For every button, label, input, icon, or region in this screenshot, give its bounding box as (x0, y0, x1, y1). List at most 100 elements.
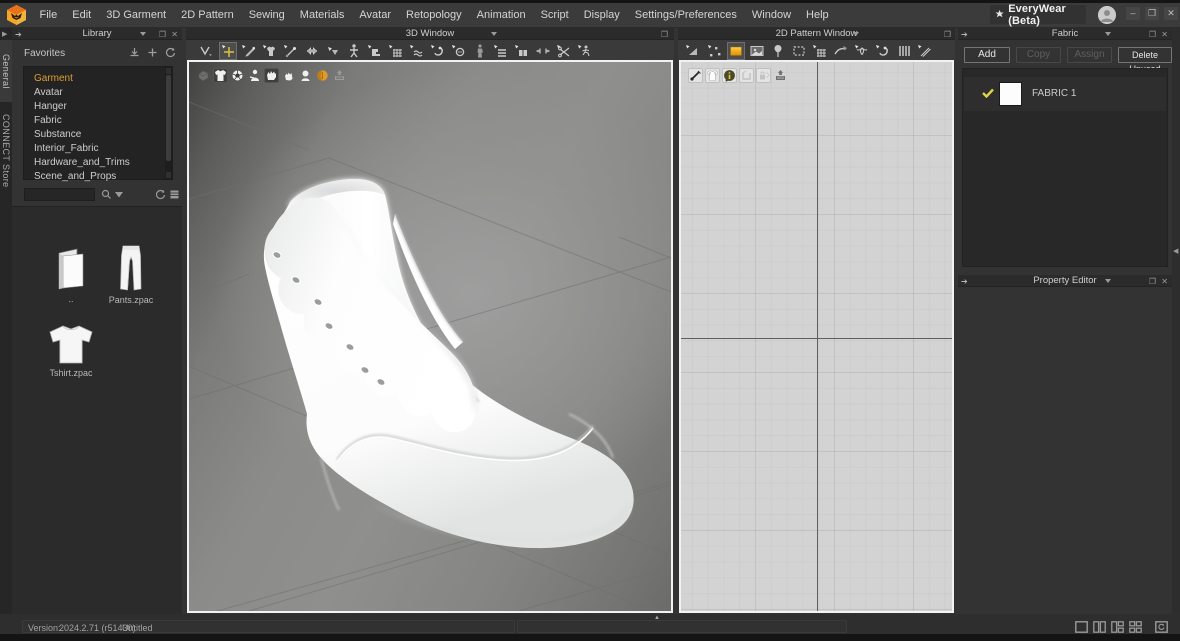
close-button[interactable]: ✕ (1164, 7, 1178, 20)
tool-pen-3d[interactable] (241, 43, 257, 59)
toggle-show-garment-icon[interactable] (196, 68, 211, 83)
viewport-3d[interactable] (187, 60, 673, 613)
library-dropdown-icon[interactable] (140, 32, 146, 36)
view-mode-icon[interactable] (169, 189, 180, 200)
fabric-float-icon[interactable]: ❐ (1149, 30, 1156, 39)
tool-transform-pattern[interactable] (685, 43, 701, 59)
tool-trace[interactable] (833, 43, 849, 59)
toggle-show-sphere-icon[interactable] (315, 68, 330, 83)
menu-help[interactable]: Help (799, 3, 837, 27)
window3d-float-icon[interactable]: ❐ (661, 30, 668, 39)
tool-select-move-3d[interactable] (219, 42, 237, 60)
library-close-icon[interactable]: ✕ (171, 30, 178, 39)
restore-button[interactable]: ❐ (1145, 7, 1159, 20)
tool-pleats[interactable] (896, 43, 912, 59)
favorites-scrollbar[interactable] (165, 67, 172, 179)
file-item-pants[interactable]: Pants.zpac (102, 245, 160, 305)
download-icon[interactable] (129, 47, 140, 58)
property-editor-close-icon[interactable]: ✕ (1161, 277, 1168, 286)
toggle-show-avatar-icon[interactable] (247, 68, 262, 83)
toggle-show-tshirt-icon[interactable] (213, 68, 228, 83)
tool-fold-arrangement[interactable] (493, 43, 509, 59)
tool-button[interactable] (451, 43, 467, 59)
tool-mannequin[interactable] (472, 43, 488, 59)
search-input[interactable] (24, 188, 95, 201)
dock-expand-icon[interactable]: ▶ (2, 31, 10, 39)
tool-cursor-dart[interactable] (854, 43, 870, 59)
library-item-interior-fabric[interactable]: Interior_Fabric (34, 142, 98, 156)
fabric-delete-unused-button[interactable]: Delete Unused (1118, 47, 1172, 74)
library-item-garment[interactable]: Garment (34, 72, 73, 86)
tool-pattern-rect[interactable] (727, 42, 745, 60)
tool-seam-line[interactable] (917, 43, 933, 59)
menu-display[interactable]: Display (576, 3, 627, 27)
tool-sewing-machine[interactable] (367, 43, 383, 59)
tool-edit-garment[interactable] (262, 43, 278, 59)
toggle-needle-icon[interactable] (688, 68, 703, 83)
toggle-show-glove-icon[interactable] (264, 68, 279, 83)
library-item-scene-and-props[interactable]: Scene_and_Props (34, 170, 116, 184)
tool-zipper-2d[interactable] (875, 43, 891, 59)
file-item-parent[interactable]: .. (42, 247, 100, 304)
window3d-dropdown-icon[interactable] (491, 32, 497, 36)
menu-settings-preferences[interactable]: Settings/Preferences (627, 3, 744, 27)
tool-scissors[interactable] (556, 43, 572, 59)
tool-edit-pattern[interactable] (706, 43, 722, 59)
library-item-hardware-and-trims[interactable]: Hardware_and_Trims (34, 156, 130, 170)
toggle-info-icon[interactable] (722, 68, 737, 83)
menu-materials[interactable]: Materials (292, 3, 352, 27)
layout-single-icon[interactable] (1075, 621, 1088, 633)
clo-logo-icon[interactable] (7, 5, 26, 25)
library-item-hanger[interactable]: Hanger (34, 100, 67, 114)
menu-avatar[interactable]: Avatar (352, 3, 399, 27)
dock-tab-general[interactable]: General (0, 40, 12, 102)
library-item-substance[interactable]: Substance (34, 128, 81, 142)
fabric-dropdown-icon[interactable] (1105, 32, 1111, 36)
tool-select-garment[interactable] (198, 43, 214, 59)
library-float-icon[interactable]: ❐ (159, 30, 166, 39)
fabric-copy-button[interactable]: Copy (1016, 47, 1061, 63)
scroll-down-button[interactable] (166, 172, 171, 178)
menu-retopology[interactable]: Retopology (399, 3, 470, 27)
fabric-add-button[interactable]: Add (964, 47, 1010, 63)
refresh-library-icon[interactable] (155, 189, 166, 200)
fabric-close-icon[interactable]: ✕ (1161, 30, 1168, 39)
tool-avatar-pose[interactable] (346, 43, 362, 59)
layout-two-columns-icon[interactable] (1093, 621, 1106, 633)
scrollbar-thumb[interactable] (166, 75, 171, 161)
tool-walk-avatar[interactable] (577, 43, 593, 59)
layout-reset-icon[interactable] (1155, 621, 1168, 633)
minimize-button[interactable]: – (1126, 7, 1140, 20)
menu-sewing[interactable]: Sewing (241, 3, 292, 27)
toggle-shirt-2d-icon[interactable] (705, 68, 720, 83)
scroll-up-button[interactable] (166, 68, 171, 74)
file-item-tshirt[interactable]: Tshirt.zpac (42, 325, 100, 378)
search-filter-caret-icon[interactable] (115, 192, 123, 198)
toggle-fold-icon[interactable] (739, 68, 754, 83)
layout-quad-icon[interactable] (1129, 621, 1142, 633)
menu-script[interactable]: Script (533, 3, 576, 27)
toggle-stage-icon[interactable] (332, 68, 347, 83)
layout-mixed-icon[interactable] (1111, 621, 1124, 633)
menu-3d-garment[interactable]: 3D Garment (99, 3, 174, 27)
tool-blocks[interactable] (514, 43, 530, 59)
viewport-2d[interactable] (679, 60, 954, 613)
tool-measure[interactable] (535, 43, 551, 59)
property-editor-float-icon[interactable]: ❐ (1149, 277, 1156, 286)
tool-cursor-play[interactable] (325, 43, 341, 59)
fabric-swatch[interactable] (999, 82, 1022, 106)
menu-edit[interactable]: Edit (65, 3, 99, 27)
fabric-item[interactable]: FABRIC 1 (964, 77, 1166, 111)
right-dock-expand-icon[interactable]: ◀ (1173, 247, 1178, 255)
toggle-show-ball-icon[interactable] (230, 68, 245, 83)
menu-window[interactable]: Window (744, 3, 798, 27)
tool-pin[interactable] (770, 43, 786, 59)
add-favorite-icon[interactable] (147, 47, 158, 58)
toggle-stamp-2d-icon[interactable] (773, 68, 788, 83)
tool-texture[interactable] (749, 43, 765, 59)
tool-grading-grid[interactable] (812, 43, 828, 59)
property-editor-dropdown-icon[interactable] (1105, 279, 1111, 283)
toggle-lock-icon[interactable] (756, 68, 771, 83)
toggle-show-hand-icon[interactable] (281, 68, 296, 83)
tool-pen-2d[interactable] (283, 43, 299, 59)
